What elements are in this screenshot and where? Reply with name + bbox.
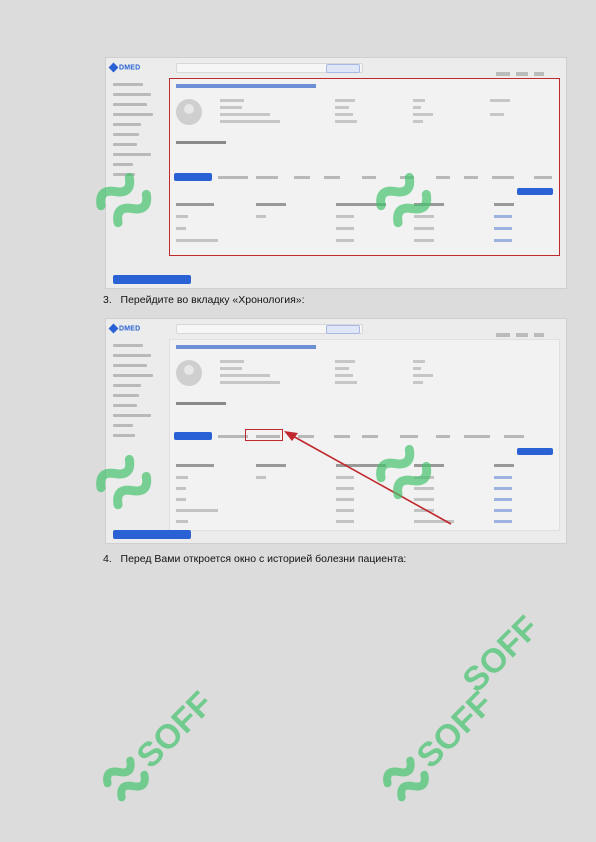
search-button bbox=[326, 64, 360, 73]
svg-text:SOFF: SOFF bbox=[455, 609, 546, 700]
soff-watermark-logo bbox=[96, 454, 152, 510]
soff-watermark-logo bbox=[96, 172, 152, 228]
footer-button bbox=[113, 530, 191, 539]
patient-avatar bbox=[176, 99, 202, 125]
soff-watermark: SOFF bbox=[103, 690, 220, 802]
patient-name bbox=[176, 84, 316, 88]
soff-watermark: SOFF bbox=[455, 609, 546, 700]
top-right-user bbox=[496, 63, 558, 76]
dmed-logo: DMED bbox=[108, 62, 140, 73]
soff-watermark-logo bbox=[376, 444, 432, 500]
soff-watermark-logo bbox=[376, 172, 432, 228]
svg-text:SOFF: SOFF bbox=[129, 690, 220, 776]
add-button bbox=[517, 188, 553, 195]
step-3-caption: 3. Перейдите во вкладку «Хронология»: bbox=[103, 294, 305, 306]
footer-button bbox=[113, 275, 191, 284]
step-4-caption: 4. Перед Вами откроется окно с историей … bbox=[103, 553, 407, 565]
